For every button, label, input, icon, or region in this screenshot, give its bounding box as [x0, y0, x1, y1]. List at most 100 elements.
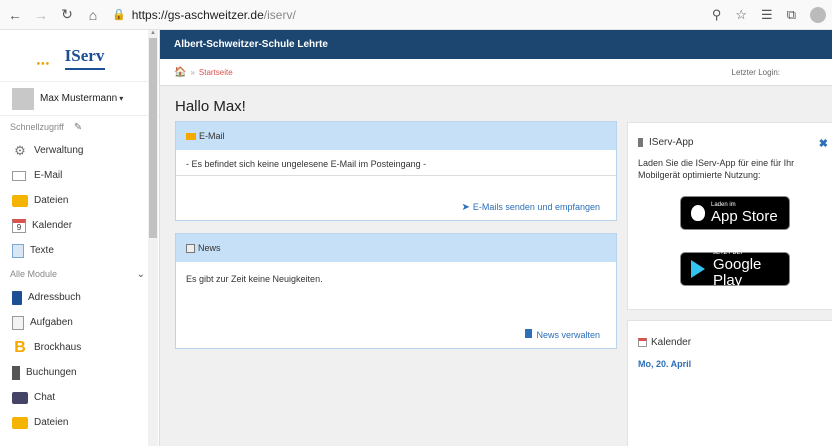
apple-icon	[691, 205, 705, 221]
news-panel-title: News	[198, 243, 221, 253]
zoom-icon[interactable]: ⚲	[712, 7, 722, 23]
tasks-icon	[12, 315, 24, 330]
home-breadcrumb-icon[interactable]: 🏠	[174, 67, 186, 78]
google-play-badge[interactable]: JETZT BEI Google Play	[680, 250, 790, 289]
app-panel-header: IServ-App	[638, 137, 693, 148]
all-modules-header[interactable]: Alle Module ⌄	[0, 263, 159, 285]
addressbook-icon	[12, 290, 22, 305]
pencil-icon[interactable]: ✎	[74, 122, 82, 133]
phone-icon	[638, 137, 643, 147]
scrollbar-thumb[interactable]	[149, 38, 157, 238]
app-store-big-text: App Store	[711, 207, 778, 225]
scroll-up-icon[interactable]: ▲	[150, 30, 156, 36]
sidebar-item-chat[interactable]: Chat	[0, 385, 159, 410]
iserv-logo[interactable]: ••• IServ	[37, 46, 105, 70]
calendar-icon	[638, 337, 647, 347]
calendar-panel-title: Kalender	[651, 337, 692, 348]
book-icon	[525, 329, 533, 339]
text-icon	[12, 243, 24, 258]
brockhaus-icon: B	[14, 338, 26, 356]
url-host: https://gs-aschweitzer.de	[131, 7, 264, 22]
mail-icon	[186, 132, 196, 140]
sidebar-item-label: Dateien	[34, 417, 69, 428]
calendar-date[interactable]: Mo, 20. April	[638, 359, 691, 369]
email-panel-header: E-Mail	[176, 122, 616, 150]
sidebar-item-label: Buchungen	[26, 367, 77, 378]
all-modules-label: Alle Module	[10, 269, 58, 279]
google-play-big-text: Google Play	[713, 255, 762, 289]
email-message: - Es befindet sich keine ungelesene E-Ma…	[176, 150, 616, 176]
sidebar-item-label: Texte	[30, 245, 54, 256]
folder-icon	[12, 416, 28, 429]
close-icon[interactable]: ✖	[819, 137, 828, 150]
profile-avatar-icon[interactable]	[810, 7, 826, 23]
page-title: Hallo Max!	[175, 98, 246, 115]
sidebar-scrollbar[interactable]: ▲	[148, 30, 158, 446]
sidebar-item-label: Brockhaus	[34, 342, 82, 353]
breadcrumb-startseite[interactable]: Startseite	[199, 68, 233, 77]
reload-icon[interactable]: ↻	[56, 6, 78, 23]
calendar-panel: Kalender Mo, 20. April	[627, 320, 832, 446]
calendar-icon: 9	[12, 218, 26, 233]
news-message: Es gibt zur Zeit keine Neuigkeiten.	[186, 274, 323, 284]
logo-area[interactable]: ••• IServ	[0, 30, 159, 82]
email-link[interactable]: ➤ E-Mails senden und empfangen	[462, 197, 600, 215]
gear-icon: ⚙	[14, 142, 26, 158]
sidebar-item-dateien[interactable]: Dateien	[0, 188, 159, 213]
news-panel-header: News	[176, 234, 616, 262]
sidebar-item-texte[interactable]: Texte	[0, 238, 159, 263]
back-icon[interactable]: ←	[4, 7, 26, 23]
app-panel-title: IServ-App	[649, 137, 694, 148]
user-name: Max Mustermann	[40, 93, 118, 104]
sidebar-item-email[interactable]: E-Mail	[0, 163, 159, 188]
chevron-down-icon[interactable]: ⌄	[137, 269, 145, 280]
sidebar-item-label: Verwaltung	[34, 145, 84, 156]
folder-icon	[12, 194, 28, 207]
sidebar-item-buchungen[interactable]: Buchungen	[0, 360, 159, 385]
sidebar-item-label: Kalender	[32, 220, 73, 231]
sidebar: ••• IServ Max Mustermann ▾ Schnellzugrif…	[0, 30, 160, 446]
home-icon[interactable]: ⌂	[82, 7, 104, 23]
mail-icon	[12, 170, 26, 181]
quick-access-header: Schnellzugriff ✎	[0, 116, 159, 138]
collections-icon[interactable]: ⧉	[787, 7, 796, 23]
sidebar-item-aufgaben[interactable]: Aufgaben	[0, 310, 159, 335]
app-store-badge[interactable]: Laden im App Store	[680, 196, 790, 230]
browser-toolbar: ← → ↻ ⌂ 🔒 https://gs-aschweitzer.de/iser…	[0, 0, 832, 30]
calendar-panel-header: Kalender	[638, 337, 691, 348]
news-link[interactable]: News verwalten	[525, 325, 600, 343]
forward-icon[interactable]: →	[30, 7, 52, 23]
breadcrumb-separator: »	[190, 67, 195, 77]
google-play-icon	[691, 260, 705, 278]
main-content: Albert-Schweitzer-Schule Lehrte 🏠 » Star…	[160, 30, 832, 446]
chat-icon	[12, 391, 28, 404]
school-name: Albert-Schweitzer-Schule Lehrte	[174, 39, 328, 50]
avatar	[12, 87, 34, 110]
news-icon	[186, 243, 195, 253]
user-menu[interactable]: Max Mustermann ▾	[0, 82, 159, 116]
app-panel: IServ-App ✖ Laden Sie die IServ-App für …	[627, 122, 832, 310]
sidebar-item-brockhaus[interactable]: B Brockhaus	[0, 335, 159, 360]
sidebar-item-label: Chat	[34, 392, 56, 403]
paper-plane-icon: ➤	[461, 202, 470, 213]
logo-dots-icon: •••	[36, 58, 51, 70]
sidebar-item-label: E-Mail	[34, 170, 63, 181]
news-link-label: News verwalten	[536, 330, 600, 340]
email-panel: E-Mail - Es befindet sich keine ungelese…	[175, 121, 617, 221]
favorites-list-icon[interactable]: ☰	[761, 7, 773, 23]
sidebar-item-dateien-module[interactable]: Dateien	[0, 410, 159, 435]
favorite-star-icon[interactable]: ☆	[735, 7, 747, 23]
breadcrumb: 🏠 » Startseite Letzter Login:	[160, 59, 832, 86]
sidebar-item-adressbuch[interactable]: Adressbuch	[0, 285, 159, 310]
address-bar[interactable]: 🔒 https://gs-aschweitzer.de/iserv/	[112, 8, 296, 22]
sidebar-item-label: Dateien	[34, 195, 69, 206]
quick-access-label: Schnellzugriff	[10, 122, 64, 132]
email-panel-title: E-Mail	[199, 131, 225, 141]
sidebar-item-kalender[interactable]: 9 Kalender	[0, 213, 159, 238]
logo-underline	[64, 67, 105, 70]
news-panel: News Es gibt zur Zeit keine Neuigkeiten.…	[175, 233, 617, 349]
lock-icon: 🔒	[112, 9, 126, 21]
url-path: /iserv/	[263, 7, 296, 22]
sidebar-item-label: Adressbuch	[28, 292, 81, 303]
sidebar-item-verwaltung[interactable]: ⚙ Verwaltung	[0, 138, 159, 163]
